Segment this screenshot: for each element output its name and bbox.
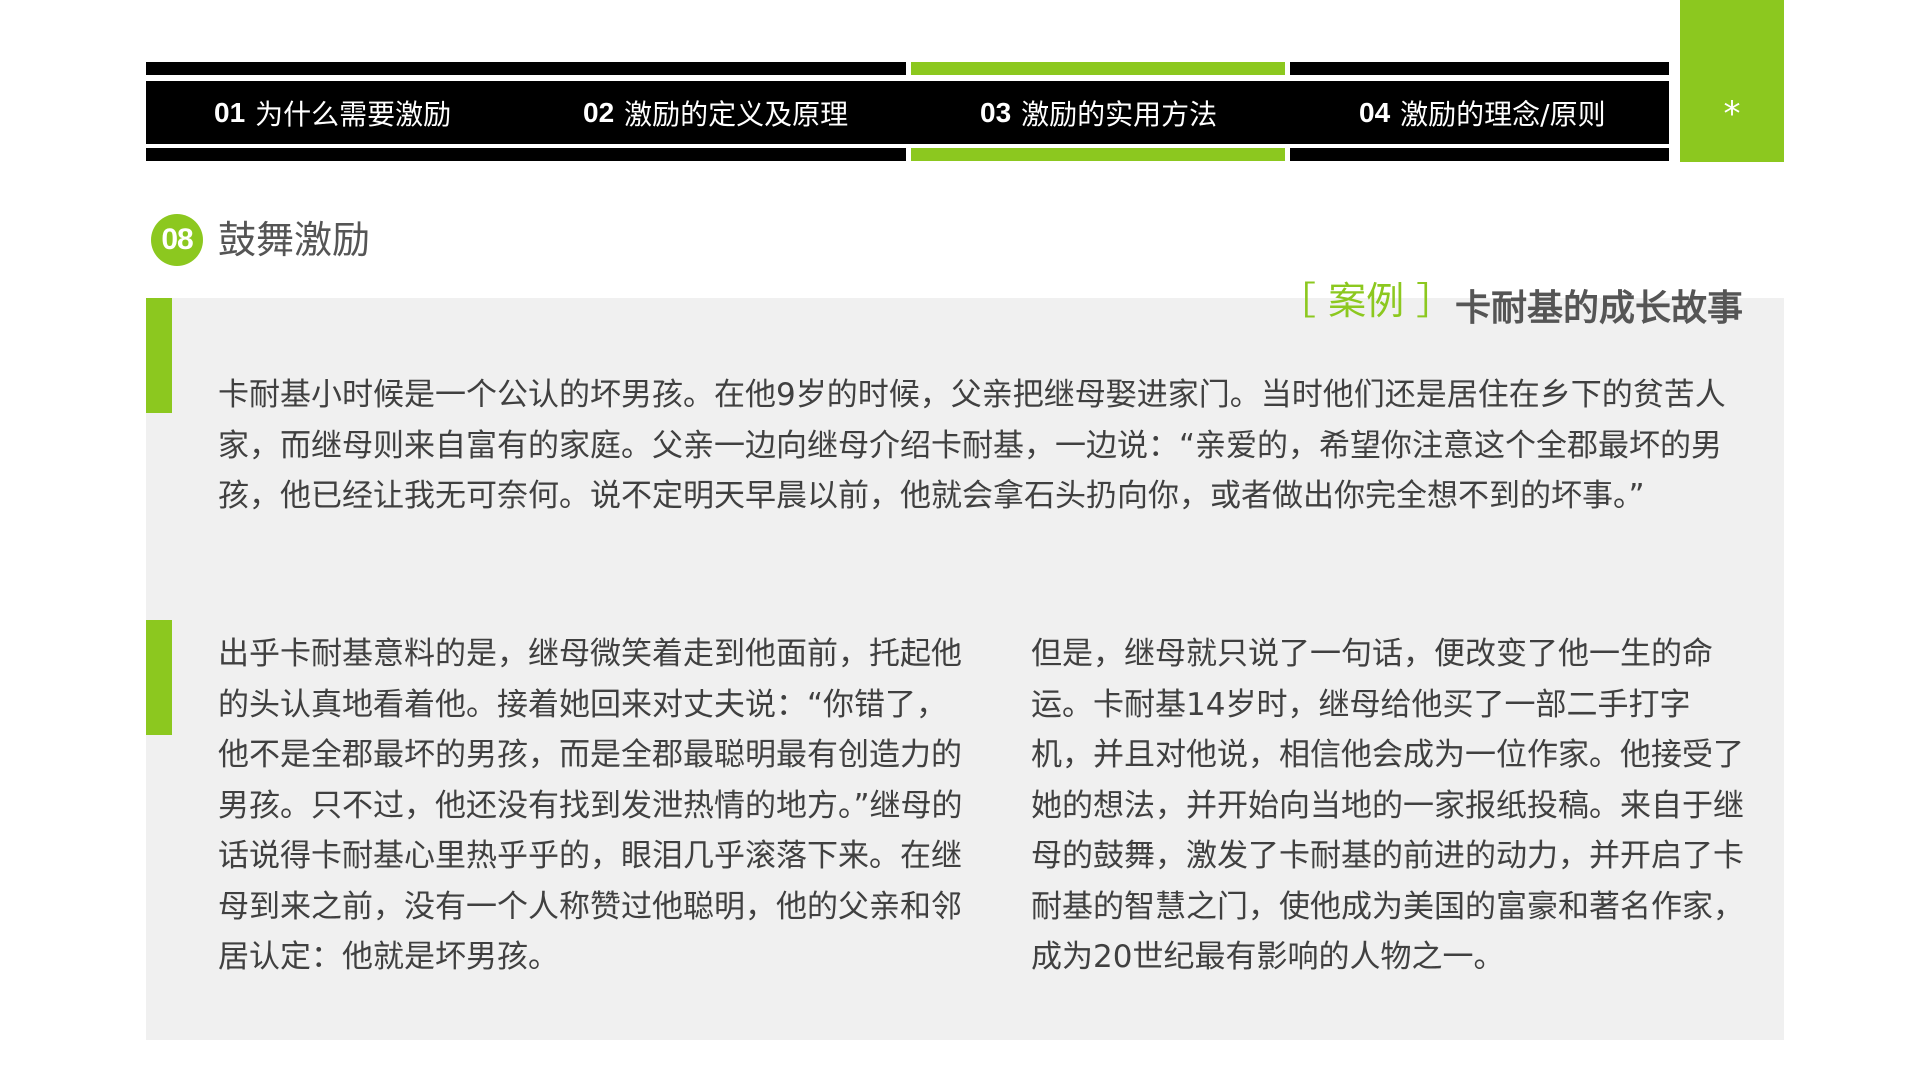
case-title: 卡耐基的成长故事 [1455, 288, 1744, 329]
nav-bottom-strip-4 [1290, 148, 1669, 161]
nav-tab-number: 02 [583, 96, 615, 128]
story-paragraph-3: 但是，继母就只说了一句话，便改变了他一生的命运。卡耐基14岁时，继母给他买了一部… [1031, 636, 1744, 975]
story-paragraph-1: 卡耐基小时候是一个公认的坏男孩。在他9岁的时候，父亲把继母娶进家门。当时他们还是… [218, 377, 1726, 514]
nav-tab-label: 激励的定义及原理 [624, 97, 849, 131]
section-number-badge: 08 [151, 214, 203, 266]
case-tag: ［ 案例 ］ [1278, 279, 1455, 323]
nav-top-strip-active [911, 62, 1285, 75]
story-paragraph-2: 出乎卡耐基意料的是，继母微笑着走到他面前，托起他的头认真地看着他。接着她回来对丈… [218, 636, 963, 975]
nav-bottom-strip-active [911, 148, 1285, 161]
top-nav-bar: 01 为什么需要激励 02 激励的定义及原理 03 激励的实用方法 04 激励的… [146, 81, 1669, 144]
nav-tab-number: 03 [980, 96, 1012, 128]
nav-tab-01[interactable]: 01 为什么需要激励 [214, 81, 451, 144]
nav-top-strip-4 [1290, 62, 1669, 75]
nav-tab-number: 01 [214, 96, 246, 128]
nav-tab-label: 激励的实用方法 [1021, 97, 1218, 131]
accent-bar-2 [146, 620, 172, 735]
nav-tab-03[interactable]: 03 激励的实用方法 [980, 81, 1217, 144]
nav-tab-02[interactable]: 02 激励的定义及原理 [583, 81, 848, 144]
nav-top-strip-1 [146, 62, 906, 75]
asterisk-icon: * [1723, 94, 1741, 134]
nav-tab-label: 激励的理念/原则 [1400, 97, 1606, 131]
nav-tab-label: 为什么需要激励 [255, 97, 452, 131]
section-title: 鼓舞激励 [218, 218, 371, 262]
corner-block: * [1680, 0, 1784, 162]
nav-tab-number: 04 [1359, 96, 1391, 128]
nav-bottom-strip-1 [146, 148, 906, 161]
nav-tab-04[interactable]: 04 激励的理念/原则 [1359, 81, 1606, 144]
accent-bar-1 [146, 298, 172, 413]
